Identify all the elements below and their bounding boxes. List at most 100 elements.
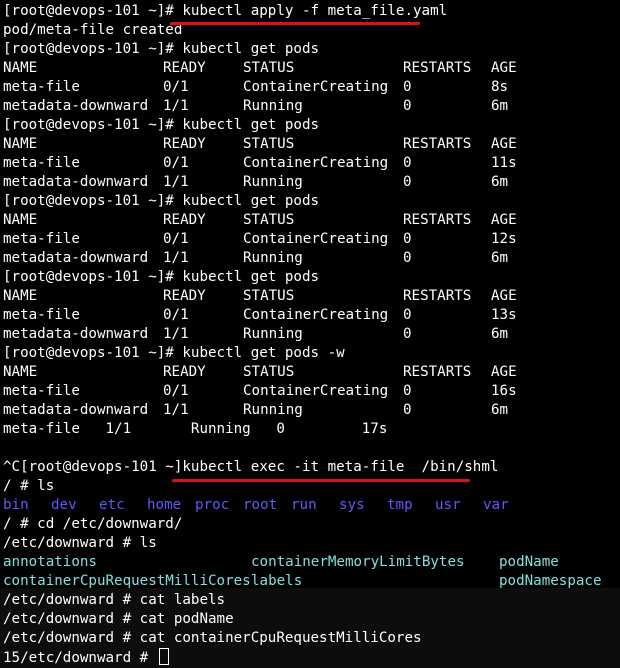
table-cell: 1/1	[163, 174, 189, 190]
table-cell: STATUS	[243, 212, 295, 228]
directory-entry: usr	[435, 497, 461, 513]
table-cell: RESTARTS	[403, 212, 472, 228]
table-cell: metadata-downward	[3, 250, 149, 266]
table-cell: ContainerCreating	[243, 231, 389, 247]
directory-entry: bin	[3, 497, 29, 513]
line-text: meta-file 1/1 Running 0 17s	[3, 421, 388, 437]
table-cell: ContainerCreating	[243, 383, 389, 399]
directory-entry: root	[243, 497, 278, 513]
directory-entry: dev	[51, 497, 77, 513]
table-cell: metadata-downward	[3, 98, 149, 114]
table-cell: 0	[403, 402, 412, 418]
table-cell: ContainerCreating	[243, 155, 389, 171]
table-cell: 0/1	[163, 155, 189, 171]
table-cell: 0/1	[163, 231, 189, 247]
line-text: 15/etc/downward #	[3, 650, 157, 666]
table-cell: READY	[163, 60, 206, 76]
line-text: pod/meta-file created	[3, 22, 183, 38]
table-cell: meta-file	[3, 79, 80, 95]
terminal-line: [root@devops-101 ~]# kubectl get pods	[3, 116, 319, 135]
table-cell: NAME	[3, 60, 38, 76]
table-cell: RESTARTS	[403, 136, 472, 152]
directory-entry: sys	[339, 497, 365, 513]
table-cell: meta-file	[3, 307, 80, 323]
table-cell: Running	[243, 250, 303, 266]
table-cell: Running	[243, 98, 303, 114]
table-cell: 13s	[491, 307, 517, 323]
table-cell: AGE	[491, 136, 517, 152]
table-cell: meta-file	[3, 155, 80, 171]
highlight-underline	[172, 479, 470, 482]
directory-entry: etc	[99, 497, 125, 513]
line-text: [root@devops-101 ~]# kubectl apply -f me…	[3, 3, 448, 19]
table-cell: Running	[243, 402, 303, 418]
terminal-line: [root@devops-101 ~]# kubectl get pods	[3, 192, 319, 211]
table-cell: 12s	[491, 231, 517, 247]
table-cell: Running	[243, 326, 303, 342]
terminal-line: [root@devops-101 ~]# kubectl get pods	[3, 268, 319, 287]
table-cell: 6m	[491, 98, 509, 114]
terminal-line: /etc/downward # cat podName	[3, 610, 234, 629]
file-entry: containerCpuRequestMilliCores	[3, 573, 251, 589]
table-cell: meta-file	[3, 231, 80, 247]
table-cell: STATUS	[243, 60, 295, 76]
table-cell: AGE	[491, 212, 517, 228]
highlight-underline	[170, 22, 420, 25]
directory-entry: tmp	[387, 497, 413, 513]
table-cell: 0	[403, 307, 412, 323]
file-entry: podName	[499, 554, 559, 570]
line-text: [root@devops-101 ~]# kubectl get pods	[3, 193, 320, 209]
table-cell: AGE	[491, 288, 517, 304]
terminal-line: /etc/downward # ls	[3, 534, 157, 553]
table-cell: 0	[403, 326, 412, 342]
table-cell: 1/1	[163, 98, 189, 114]
table-cell: 0	[403, 250, 412, 266]
line-text: [root@devops-101 ~]# kubectl get pods	[3, 41, 320, 57]
table-cell: 6m	[491, 326, 509, 342]
terminal-line: meta-file 1/1 Running 0 17s	[3, 420, 387, 439]
line-text: [root@devops-101 ~]# kubectl get pods	[3, 117, 320, 133]
table-cell: 6m	[491, 402, 509, 418]
table-cell: 0/1	[163, 307, 189, 323]
line-text: /etc/downward # cat labels	[3, 592, 226, 608]
table-cell: AGE	[491, 364, 517, 380]
table-cell: ContainerCreating	[243, 79, 389, 95]
table-cell: 1/1	[163, 250, 189, 266]
directory-entry: var	[483, 497, 509, 513]
table-cell: 0	[403, 155, 412, 171]
table-cell: metadata-downward	[3, 174, 149, 190]
terminal-line: /etc/downward # cat labels	[3, 591, 225, 610]
table-cell: meta-file	[3, 383, 80, 399]
table-cell: RESTARTS	[403, 364, 472, 380]
terminal-line: [root@devops-101 ~]# kubectl get pods	[3, 40, 319, 59]
file-entry: labels	[251, 573, 303, 589]
table-cell: 6m	[491, 250, 509, 266]
line-text: [root@devops-101 ~]# kubectl get pods	[3, 269, 320, 285]
directory-entry: home	[147, 497, 182, 513]
table-cell: RESTARTS	[403, 288, 472, 304]
line-text: /etc/downward # ls	[3, 535, 157, 551]
table-cell: RESTARTS	[403, 60, 472, 76]
table-cell: READY	[163, 364, 206, 380]
terminal-line: pod/meta-file created	[3, 21, 182, 40]
table-cell: metadata-downward	[3, 402, 149, 418]
table-cell: STATUS	[243, 288, 295, 304]
terminal-line: [root@devops-101 ~]# kubectl apply -f me…	[3, 2, 447, 21]
directory-entry: proc	[195, 497, 230, 513]
terminal-window[interactable]: [root@devops-101 ~]# kubectl apply -f me…	[0, 0, 620, 668]
table-cell: 0/1	[163, 383, 189, 399]
line-text: /etc/downward # cat containerCpuRequestM…	[3, 630, 422, 646]
table-cell: STATUS	[243, 364, 295, 380]
table-cell: NAME	[3, 136, 38, 152]
line-text: / # cd /etc/downward/	[3, 516, 183, 532]
table-cell: 8s	[491, 79, 509, 95]
table-cell: 0	[403, 383, 412, 399]
table-cell: NAME	[3, 288, 38, 304]
line-text: /etc/downward # cat podName	[3, 611, 234, 627]
table-cell: 1/1	[163, 326, 189, 342]
table-cell: 11s	[491, 155, 517, 171]
table-cell: 0/1	[163, 79, 189, 95]
table-cell: AGE	[491, 60, 517, 76]
table-cell: ContainerCreating	[243, 307, 389, 323]
line-text: [root@devops-101 ~]# kubectl get pods -w	[3, 345, 345, 361]
